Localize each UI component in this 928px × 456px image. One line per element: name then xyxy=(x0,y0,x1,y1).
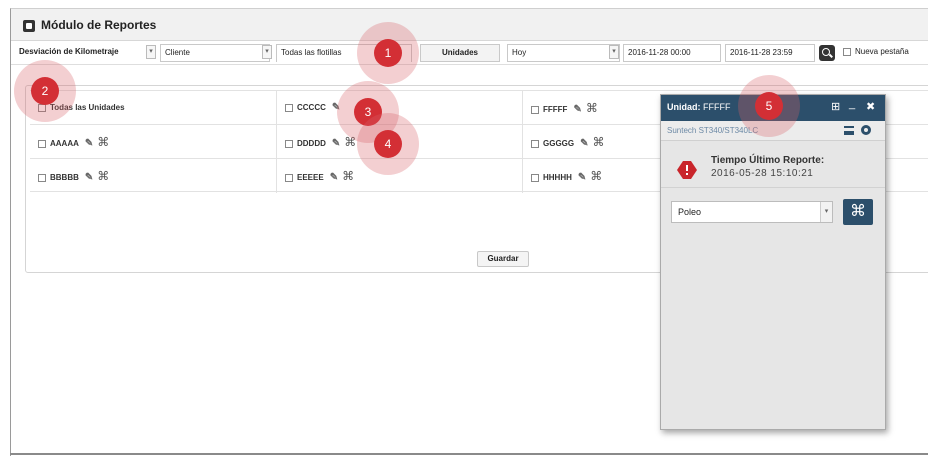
save-button[interactable]: Guardar xyxy=(477,251,529,267)
chevron-down-icon[interactable]: ▾ xyxy=(820,202,832,222)
date-to-value: 2016-11-28 23:59 xyxy=(730,48,793,57)
unit-checkbox[interactable] xyxy=(531,139,539,148)
module-icon xyxy=(23,20,35,32)
divider xyxy=(661,187,885,188)
page-title: Módulo de Reportes xyxy=(41,18,157,32)
divider xyxy=(10,453,928,455)
unit-checkbox[interactable] xyxy=(531,173,539,182)
date-to-input[interactable]: 2016-11-28 23:59 xyxy=(725,44,815,62)
alert-title: Tiempo Último Reporte: xyxy=(711,155,825,166)
report-type-select[interactable]: Desviación de Kilometraje xyxy=(15,44,147,62)
menu-icon[interactable] xyxy=(844,126,854,135)
alert-time: 2016-05-28 15:10:21 xyxy=(711,168,814,179)
popup-title: Unidad: FFFFF xyxy=(667,102,731,112)
command-icon[interactable]: ⌘ xyxy=(586,91,598,125)
unit-label: CCCCC xyxy=(297,103,326,112)
callout-number: 1 xyxy=(374,39,402,67)
callout-number: 4 xyxy=(374,130,402,158)
unit-label: AAAAA xyxy=(50,139,79,148)
filter-toolbar: Desviación de Kilometraje ▾ Cliente ▾ To… xyxy=(11,43,928,65)
unit-label: BBBBB xyxy=(50,173,79,182)
unit-checkbox[interactable] xyxy=(285,173,293,182)
unit-label: DDDDD xyxy=(297,139,326,148)
command-icon[interactable]: ⌘ xyxy=(342,159,354,193)
callout-marker: 2 xyxy=(14,60,76,122)
gear-icon[interactable] xyxy=(861,125,871,135)
tab-units[interactable]: Unidades xyxy=(420,44,500,62)
command-icon[interactable]: ⌘ xyxy=(590,159,602,193)
unit-checkbox[interactable] xyxy=(38,139,46,148)
pencil-icon[interactable]: ✎ xyxy=(580,127,588,161)
new-tab-checkbox[interactable] xyxy=(843,47,851,56)
callout-number: 5 xyxy=(755,92,783,120)
pencil-icon[interactable]: ✎ xyxy=(85,161,93,195)
unit-label: HHHHH xyxy=(543,173,572,182)
units-tab-label: Unidades xyxy=(441,48,478,57)
new-tab-option[interactable]: Nueva pestaña xyxy=(839,44,928,62)
minimize-icon[interactable]: _ xyxy=(849,98,855,110)
close-icon[interactable]: ✖ xyxy=(866,101,875,113)
unit-label: EEEEE xyxy=(297,173,324,182)
client-value: Cliente xyxy=(165,48,190,57)
chevron-down-icon[interactable]: ▾ xyxy=(146,45,156,59)
unit-cell: AAAAA ✎ ⌘ xyxy=(30,125,276,159)
unit-cell: GGGGG ✎ ⌘ xyxy=(522,125,672,159)
date-from-input[interactable]: 2016-11-28 00:00 xyxy=(623,44,721,62)
chevron-down-icon[interactable]: ▾ xyxy=(262,45,272,59)
unit-cell: HHHHH ✎ ⌘ xyxy=(522,159,672,193)
callout-marker: 4 xyxy=(357,113,419,175)
range-select[interactable]: Hoy xyxy=(507,44,620,62)
alert-icon xyxy=(677,161,697,179)
unit-label: FFFFF xyxy=(543,105,568,114)
date-from-value: 2016-11-28 00:00 xyxy=(628,48,691,57)
callout-marker: 1 xyxy=(357,22,419,84)
search-icon[interactable] xyxy=(819,45,835,61)
pencil-icon[interactable]: ✎ xyxy=(573,93,581,127)
report-type-value: Desviación de Kilometraje xyxy=(19,47,119,56)
popup-title-prefix: Unidad: xyxy=(667,102,701,112)
pencil-icon[interactable]: ✎ xyxy=(85,127,93,161)
popup-title-value: FFFFF xyxy=(703,102,731,112)
pencil-icon[interactable]: ✎ xyxy=(332,127,340,161)
pin-icon[interactable]: ⊞ xyxy=(831,101,840,113)
command-select-value: Poleo xyxy=(678,207,702,217)
callout-number: 2 xyxy=(31,77,59,105)
command-icon[interactable]: ⌘ xyxy=(593,125,605,159)
unit-cell: FFFFF ✎ ⌘ xyxy=(522,91,672,125)
command-select[interactable]: Poleo ▾ xyxy=(671,201,833,223)
pencil-icon[interactable]: ✎ xyxy=(330,161,338,195)
new-tab-label: Nueva pestaña xyxy=(855,47,909,56)
chevron-down-icon[interactable]: ▾ xyxy=(609,45,619,59)
fleets-tab-label: Todas las flotillas xyxy=(281,48,342,57)
unit-checkbox[interactable] xyxy=(38,173,46,182)
range-value: Hoy xyxy=(512,48,527,57)
unit-cell: BBBBB ✎ ⌘ xyxy=(30,159,276,193)
unit-popup: Unidad: FFFFF ⊞ _ ✖ Suntech ST340/ST340L… xyxy=(660,94,886,430)
command-icon[interactable]: ⌘ xyxy=(97,125,109,159)
unit-checkbox[interactable] xyxy=(531,105,539,114)
send-command-button[interactable]: ⌘ xyxy=(843,199,873,225)
device-label: Suntech ST340/ST340LC xyxy=(667,126,759,135)
unit-checkbox[interactable] xyxy=(285,103,293,112)
pencil-icon[interactable]: ✎ xyxy=(578,161,586,195)
unit-checkbox[interactable] xyxy=(285,139,293,148)
command-icon[interactable]: ⌘ xyxy=(97,159,109,193)
unit-label: GGGGG xyxy=(543,139,575,148)
title-bar: Módulo de Reportes xyxy=(11,9,928,41)
client-select[interactable]: Cliente xyxy=(160,44,270,62)
callout-marker: 5 xyxy=(738,75,800,137)
